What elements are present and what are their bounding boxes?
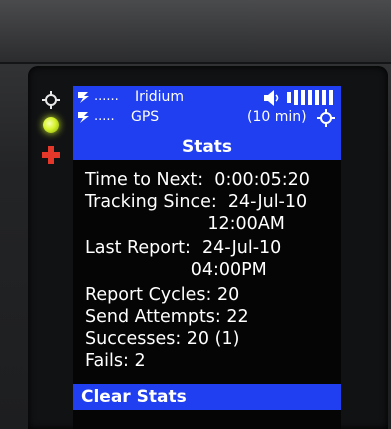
stat-fails: Fails: 2 bbox=[85, 351, 146, 371]
device-top-bezel bbox=[0, 0, 391, 64]
emergency-cross-icon bbox=[42, 146, 60, 164]
stat-tracking-since-time: 12:00AM bbox=[85, 214, 285, 234]
stat-last-report-time: 04:00PM bbox=[85, 260, 267, 280]
stat-send-attempts: Send Attempts: 22 bbox=[85, 307, 249, 327]
status-header: ...... Iridium ..... GPS (10 min) Stats bbox=[73, 86, 341, 160]
report-interval: (10 min) bbox=[247, 109, 307, 125]
display-screen: ...... Iridium ..... GPS (10 min) Stats … bbox=[73, 86, 341, 429]
status-led bbox=[43, 117, 59, 133]
clear-stats-button[interactable]: Clear Stats bbox=[73, 384, 341, 410]
device-body: ...... Iridium ..... GPS (10 min) Stats … bbox=[0, 0, 391, 429]
gps-signal-dots: ..... bbox=[94, 109, 115, 124]
satellite-icon bbox=[78, 92, 89, 103]
stat-successes: Successes: 20 (1) bbox=[85, 329, 240, 349]
iridium-signal-dots: ...... bbox=[94, 89, 119, 104]
stat-report-cycles: Report Cycles: 20 bbox=[85, 285, 240, 305]
gps-satellite-icon bbox=[78, 112, 89, 123]
gps-target-icon bbox=[317, 109, 335, 127]
speaker-icon bbox=[264, 90, 279, 106]
gps-label: GPS bbox=[131, 109, 160, 125]
target-icon bbox=[42, 91, 60, 109]
screen-title: Stats bbox=[181, 137, 233, 157]
iridium-label: Iridium bbox=[135, 89, 185, 105]
stat-time-to-next: Time to Next: 0:00:05:20 bbox=[85, 170, 310, 190]
signal-bars-icon bbox=[287, 90, 333, 105]
clear-stats-label: Clear Stats bbox=[81, 387, 187, 407]
stat-tracking-since: Tracking Since: 24-Jul-10 bbox=[85, 192, 308, 212]
stat-last-report: Last Report: 24-Jul-10 bbox=[85, 238, 282, 258]
